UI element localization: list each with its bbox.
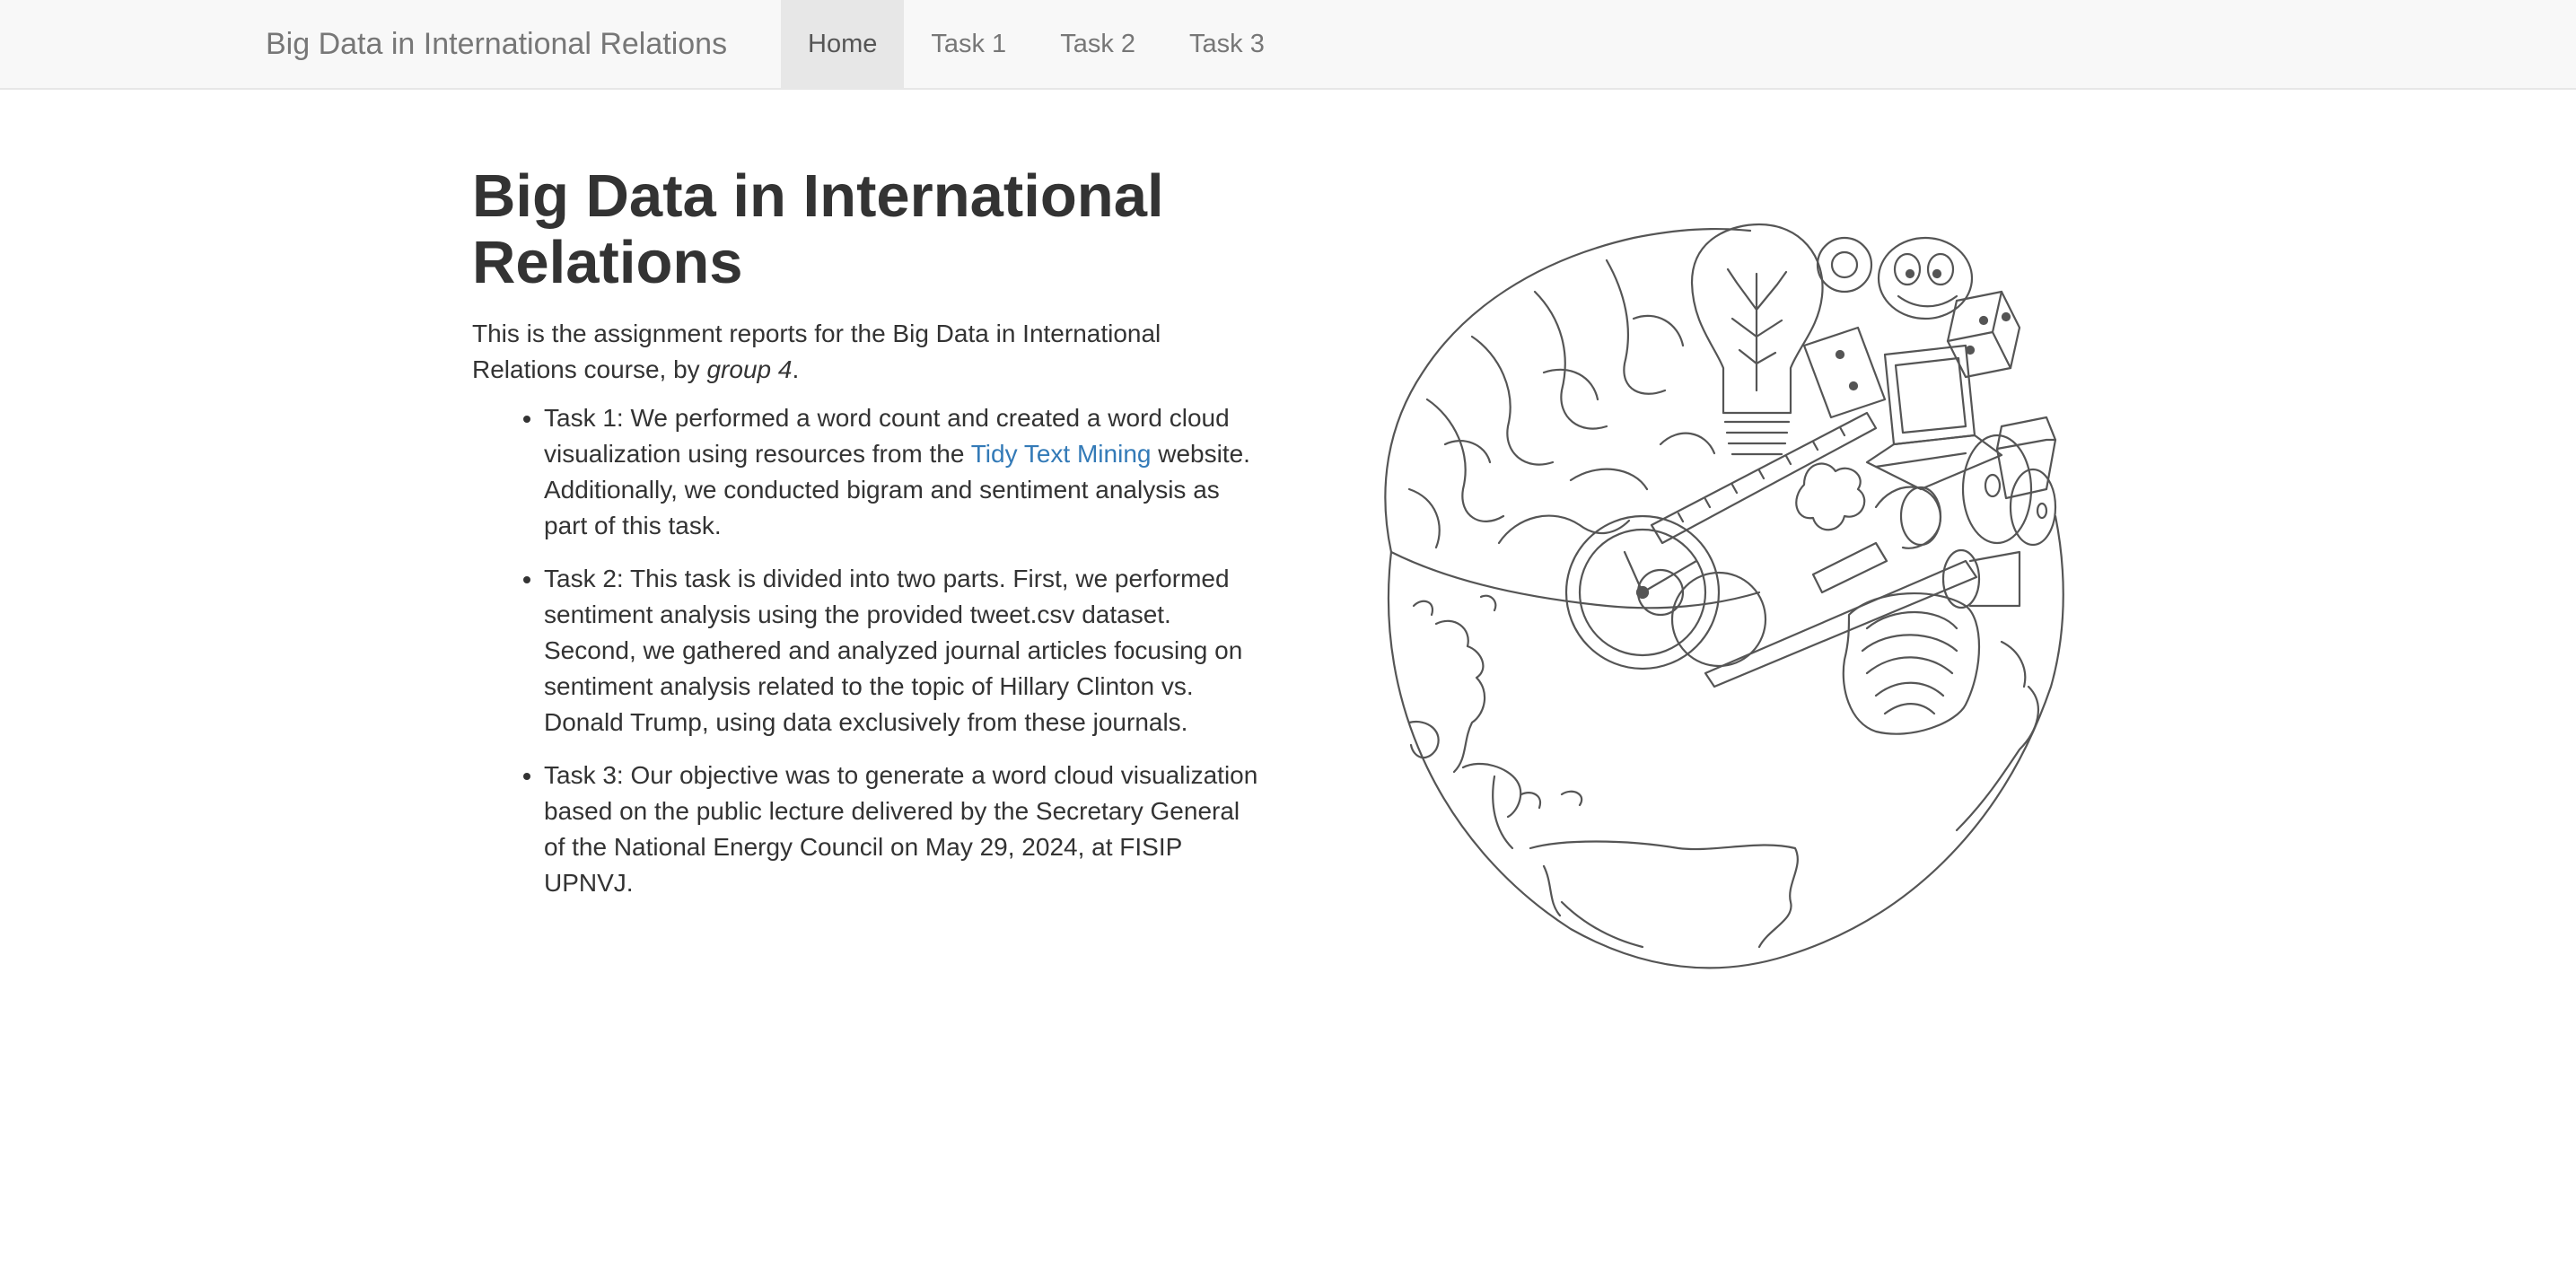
task-item-2: Task 2: This task is divided into two pa…	[544, 561, 1262, 741]
nav-item-task-2[interactable]: Task 2	[1033, 0, 1162, 88]
nav-menu: Home Task 1 Task 2 Task 3	[781, 0, 1292, 88]
task-list: Task 1: We performed a word count and cr…	[472, 400, 1262, 901]
tidy-text-mining-link[interactable]: Tidy Text Mining	[971, 440, 1152, 468]
task-3-text: Task 3: Our objective was to generate a …	[544, 761, 1258, 897]
task-2-text: Task 2: This task is divided into two pa…	[544, 565, 1243, 736]
globe-brain-illustration	[1337, 220, 2073, 978]
main-content: Big Data in International Relations This…	[472, 163, 1262, 918]
navbar: Big Data in International Relations Home…	[0, 0, 2576, 90]
intro-group: group 4	[706, 355, 793, 383]
intro-paragraph: This is the assignment reports for the B…	[472, 316, 1190, 388]
intro-text: This is the assignment reports for the B…	[472, 320, 1161, 383]
nav-item-home[interactable]: Home	[781, 0, 905, 88]
globe-brain-sketch-icon	[1384, 223, 2064, 969]
nav-item-task-3[interactable]: Task 3	[1162, 0, 1292, 88]
task-item-1: Task 1: We performed a word count and cr…	[544, 400, 1262, 544]
nav-item-task-1[interactable]: Task 1	[904, 0, 1033, 88]
page-title: Big Data in International Relations	[472, 162, 1164, 296]
task-item-3: Task 3: Our objective was to generate a …	[544, 758, 1262, 901]
navbar-brand[interactable]: Big Data in International Relations	[266, 0, 727, 88]
intro-suffix: .	[792, 355, 800, 383]
